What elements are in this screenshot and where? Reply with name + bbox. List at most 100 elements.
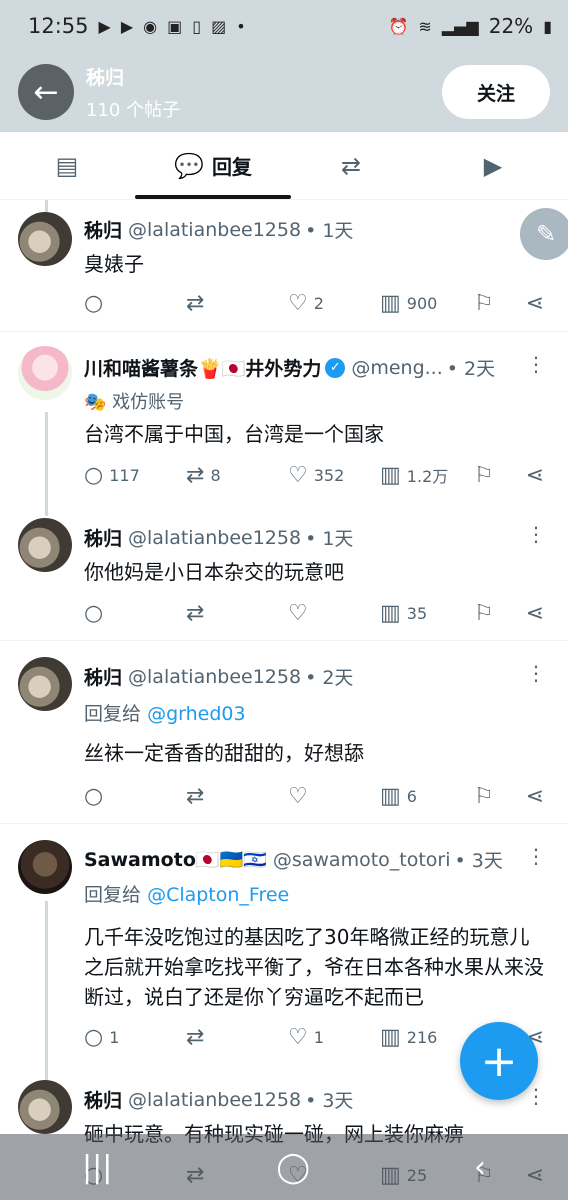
phone-icon: ▯ (192, 16, 202, 36)
post[interactable]: 秭归 @lalatianbee1258 • 2天 ⋮ 回复给 @grhed03 … (0, 641, 568, 823)
like-button[interactable]: ♡ 1 (288, 1025, 380, 1050)
edit-profile-button[interactable]: ✎ (520, 208, 568, 260)
post-author[interactable]: 秭归 (84, 216, 122, 243)
post-author[interactable]: 川和喵酱薯条🍟🇯🇵井外势力 (84, 354, 321, 381)
retweet-icon: ⇄ (186, 1024, 205, 1050)
comment-icon: ○ (84, 783, 104, 809)
recent-apps-icon[interactable]: ||| (82, 1150, 112, 1185)
post-actions: ○ ⇄ ♡ ▥ 6 ⚐ ⋖ (84, 781, 554, 811)
views-icon: ▥ (380, 783, 401, 809)
post-time: • 3天 (454, 850, 503, 872)
like-button[interactable]: ♡ (288, 784, 380, 809)
tab-replies[interactable]: 💬 回复 (135, 132, 291, 199)
post-handle[interactable]: @lalatianbee1258 (128, 527, 301, 549)
avatar[interactable] (18, 212, 72, 266)
post[interactable]: 秭归 @lalatianbee1258 • 1天 ⋮ 你他妈是小日本杂交的玩意吧… (0, 502, 568, 640)
heart-icon: ♡ (288, 1024, 308, 1050)
post-meta: 秭归 @lalatianbee1258 • 1天 (84, 524, 518, 551)
back-button[interactable]: ← (18, 64, 74, 120)
views-count: 1.2万 (406, 467, 449, 486)
retweet-button[interactable]: ⇄ 8 (186, 463, 288, 488)
reply-to-link[interactable]: @grhed03 (147, 703, 246, 725)
follow-button[interactable]: 关注 (442, 65, 550, 119)
share-icon: ⋖ (525, 600, 544, 626)
share-button[interactable]: ⋖ (514, 784, 544, 809)
views-button[interactable]: ▥ 6 (380, 784, 474, 809)
like-button[interactable]: ♡ 2 (288, 291, 380, 316)
avatar[interactable] (18, 1080, 72, 1134)
retweet-button[interactable]: ⇄ (186, 784, 288, 809)
post-time: • 1天 (305, 528, 354, 550)
more-options-button[interactable]: ⋮ (526, 352, 546, 376)
bookmark-button[interactable]: ⚐ (474, 291, 514, 316)
bookmark-icon: ⚐ (474, 462, 494, 488)
share-icon: ⋖ (525, 290, 544, 316)
views-button[interactable]: ▥ 900 (380, 291, 474, 316)
back-icon[interactable]: ‹ (474, 1150, 486, 1185)
avatar[interactable] (18, 346, 72, 400)
dot-icon: • (236, 16, 246, 36)
post-author[interactable]: 秭归 (84, 1086, 122, 1113)
reply-button[interactable]: ○ (84, 291, 186, 316)
like-count: 1 (313, 1027, 324, 1047)
profile-tabs: ▤ 💬 回复 ⇄ ▶ (0, 132, 568, 200)
post-time: • 2天 (446, 358, 496, 380)
more-options-button[interactable]: ⋮ (526, 522, 546, 546)
tab-articles[interactable]: ▤ (0, 132, 142, 199)
reply-to-link[interactable]: @Clapton_Free (147, 884, 289, 906)
avatar[interactable] (18, 518, 72, 572)
home-icon[interactable]: ◯ (276, 1150, 310, 1185)
like-count: 352 (313, 465, 345, 485)
share-icon: ⋖ (525, 783, 544, 809)
reply-button[interactable]: ○ (84, 784, 186, 809)
post-handle[interactable]: @sawamoto_totori (273, 849, 451, 871)
share-button[interactable]: ⋖ (514, 291, 544, 316)
bookmark-button[interactable]: ⚐ (474, 601, 514, 626)
bookmark-icon: ⚐ (474, 600, 494, 626)
badge-icon: ▣ (167, 16, 183, 36)
bookmark-button[interactable]: ⚐ (474, 463, 514, 488)
like-button[interactable]: ♡ (288, 601, 380, 626)
avatar[interactable] (18, 657, 72, 711)
views-button[interactable]: ▥ 216 (380, 1025, 474, 1050)
post-actions: ○ ⇄ ♡ ▥ 35 ⚐ ⋖ (84, 598, 554, 628)
post[interactable]: 川和喵酱薯条🍟🇯🇵井外势力 ✓ @meng... • 2天 ⋮ 🎭 戏仿账号 台… (0, 332, 568, 502)
post-meta: 秭归 @lalatianbee1258 • 2天 (84, 663, 518, 690)
post-author[interactable]: Sawamoto🇯🇵🇺🇦🇮🇱 (84, 848, 267, 871)
system-nav-bar: ||| ◯ ‹ (0, 1134, 568, 1200)
post-actions: ○ 117 ⇄ 8 ♡ 352 ▥ 1.2万 ⚐ ⋖ (84, 460, 554, 490)
retweet-button[interactable]: ⇄ (186, 601, 288, 626)
post-handle[interactable]: @lalatianbee1258 (128, 666, 301, 688)
more-options-button[interactable]: ⋮ (526, 661, 546, 685)
share-button[interactable]: ⋖ (514, 601, 544, 626)
reply-button[interactable]: ○ (84, 601, 186, 626)
share-button[interactable]: ⋖ (514, 463, 544, 488)
post-author[interactable]: 秭归 (84, 524, 122, 551)
post-time: • 3天 (305, 1090, 354, 1112)
post-handle[interactable]: @lalatianbee1258 (128, 219, 301, 241)
retweet-button[interactable]: ⇄ (186, 1025, 288, 1050)
views-icon: ▥ (380, 462, 401, 488)
reply-button[interactable]: ○ 117 (84, 463, 186, 488)
views-button[interactable]: ▥ 1.2万 (380, 463, 474, 488)
compose-button[interactable]: + (460, 1022, 538, 1100)
tab-retweets[interactable]: ⇄ (284, 132, 426, 199)
bookmark-button[interactable]: ⚐ (474, 784, 514, 809)
views-button[interactable]: ▥ 35 (380, 601, 474, 626)
views-count: 35 (406, 603, 428, 623)
more-options-button[interactable]: ⋮ (526, 844, 546, 868)
like-button[interactable]: ♡ 352 (288, 463, 380, 488)
post-meta: 秭归 @lalatianbee1258 • 1天 (84, 216, 518, 243)
retweet-button[interactable]: ⇄ (186, 291, 288, 316)
post-handle[interactable]: @lalatianbee1258 (128, 1089, 301, 1111)
tab-media[interactable]: ▶ (426, 132, 568, 199)
alarm-icon: ⏰ (388, 16, 409, 36)
avatar[interactable] (18, 840, 72, 894)
parody-text: 戏仿账号 (112, 392, 185, 413)
reply-to-line: 回复给 @grhed03 (84, 699, 246, 726)
reply-button[interactable]: ○ 1 (84, 1025, 186, 1050)
post[interactable]: 秭归 @lalatianbee1258 • 1天 臭婊子 ○ ⇄ ♡ 2 ▥ 900… (0, 200, 568, 332)
more-options-button[interactable]: ⋮ (526, 1084, 546, 1108)
post-author[interactable]: 秭归 (84, 663, 122, 690)
post-handle[interactable]: @meng... (351, 357, 442, 379)
